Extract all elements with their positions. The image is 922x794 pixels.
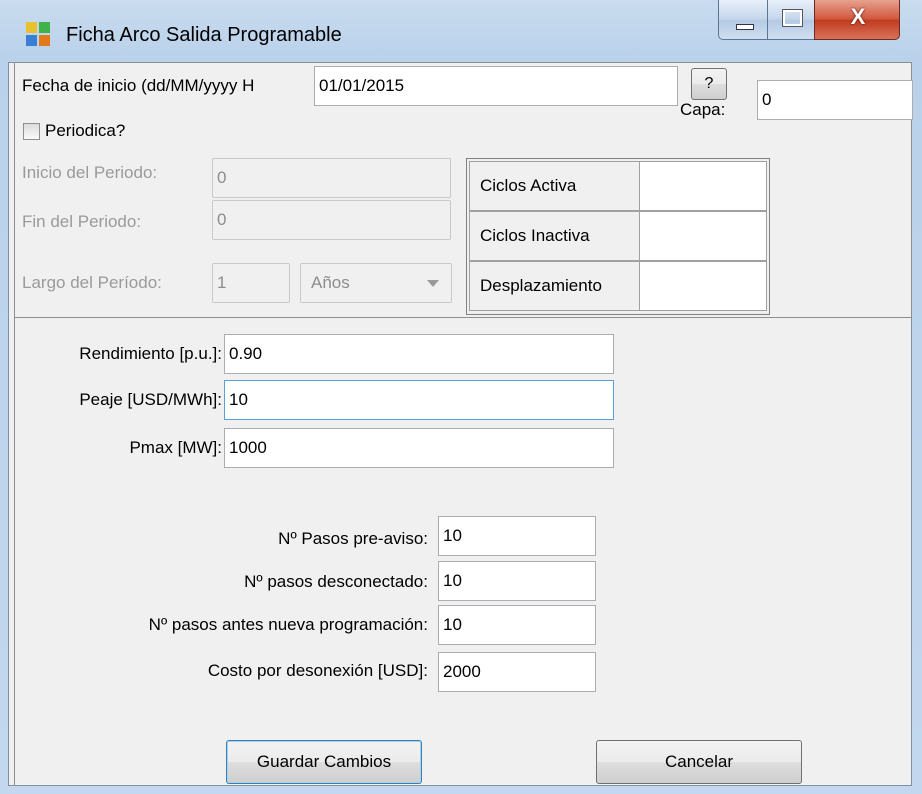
grid-cell-ciclos-inactiva[interactable] xyxy=(639,211,767,261)
peaje-input[interactable] xyxy=(224,380,614,420)
costo-input[interactable] xyxy=(438,652,596,692)
period-end-input[interactable] xyxy=(212,200,451,240)
app-icon xyxy=(26,22,50,46)
minimize-button[interactable] xyxy=(718,0,768,40)
period-length-input[interactable] xyxy=(212,263,290,303)
title-bar[interactable]: Ficha Arco Salida Programable X xyxy=(0,0,922,62)
app-icon-quadrant-blue xyxy=(26,35,37,46)
close-icon: X xyxy=(850,4,866,29)
cycles-grid: Ciclos Activa Ciclos Inactiva Desplazami… xyxy=(466,158,770,315)
chevron-down-icon xyxy=(427,280,439,287)
periodic-label: Periodica? xyxy=(45,121,126,140)
periodic-checkbox[interactable] xyxy=(23,123,40,140)
pmax-label: Pmax [MW]: xyxy=(129,438,222,457)
costo-label: Costo por desonexión [USD]: xyxy=(207,661,428,680)
period-length-label: Largo del Período: xyxy=(22,273,162,292)
period-start-input[interactable] xyxy=(212,158,451,198)
app-icon-quadrant-green xyxy=(39,22,50,33)
start-date-input[interactable] xyxy=(314,66,678,106)
preaviso-label: Nº Pasos pre-aviso: xyxy=(278,529,428,548)
antes-input[interactable] xyxy=(438,605,596,645)
capa-label: Capa: xyxy=(680,100,726,119)
maximize-button[interactable] xyxy=(767,0,815,40)
grid-cell-ciclos-activa[interactable] xyxy=(639,161,767,211)
desconectado-label: Nº pasos desconectado: xyxy=(244,572,428,591)
grid-cell-desplazamiento[interactable] xyxy=(639,261,767,311)
close-button[interactable]: X xyxy=(814,0,900,40)
app-icon-quadrant-orange xyxy=(39,35,50,46)
grid-row-header: Desplazamiento xyxy=(469,261,641,311)
period-start-label: Inicio del Periodo: xyxy=(22,163,158,182)
grid-row-header: Ciclos Inactiva xyxy=(469,211,641,261)
preaviso-input[interactable] xyxy=(438,516,596,556)
antes-label: Nº pasos antes nueva programación: xyxy=(148,615,428,634)
rendimiento-input[interactable] xyxy=(224,334,614,374)
maximize-icon xyxy=(782,9,803,27)
start-date-label: Fecha de inicio (dd/MM/yyyy H xyxy=(22,76,255,95)
save-button[interactable]: Guardar Cambios xyxy=(226,740,422,784)
grid-row-header: Ciclos Activa xyxy=(469,161,641,211)
minimize-icon xyxy=(736,24,754,30)
period-unit-value: Años xyxy=(311,273,350,292)
period-unit-select[interactable]: Años xyxy=(300,263,452,303)
capa-input[interactable] xyxy=(757,80,913,120)
app-icon-quadrant-yellow xyxy=(26,22,37,33)
cancel-button[interactable]: Cancelar xyxy=(596,740,802,784)
pmax-input[interactable] xyxy=(224,428,614,468)
period-end-label: Fin del Periodo: xyxy=(22,212,142,231)
peaje-label: Peaje [USD/MWh]: xyxy=(79,390,222,409)
desconectado-input[interactable] xyxy=(438,561,596,601)
help-button[interactable]: ? xyxy=(691,68,727,100)
window-title: Ficha Arco Salida Programable xyxy=(66,24,342,46)
rendimiento-label: Rendimiento [p.u.]: xyxy=(79,344,222,363)
